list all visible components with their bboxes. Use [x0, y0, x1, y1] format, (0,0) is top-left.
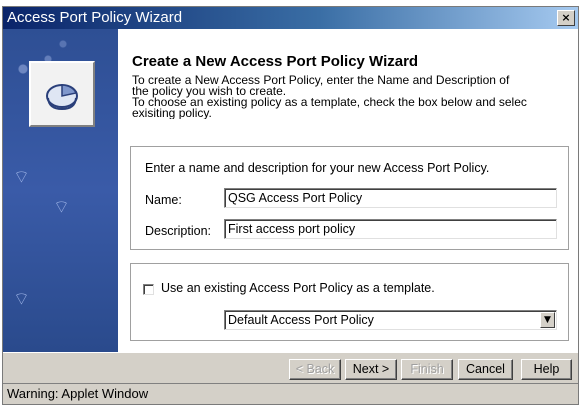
status-bar: Warning: Applet Window — [3, 383, 578, 404]
title-bar[interactable]: Access Port Policy Wizard × — [3, 7, 578, 29]
policy-disk-icon — [29, 61, 95, 127]
side-panel: ⌔ ⌔ ⌔ — [3, 29, 118, 352]
wireless-icon: ⌔ — [53, 197, 70, 218]
chevron-down-icon[interactable]: ▼ — [540, 312, 555, 328]
use-template-label[interactable]: Use an existing Access Port Policy as a … — [161, 281, 435, 295]
cancel-button[interactable]: Cancel — [458, 359, 513, 380]
window-title: Access Port Policy Wizard — [7, 9, 183, 26]
template-group: Use an existing Access Port Policy as a … — [130, 263, 569, 341]
wizard-heading: Create a New Access Port Policy Wizard — [132, 53, 419, 70]
name-label: Name: — [145, 193, 182, 207]
back-button[interactable]: < Back — [289, 359, 341, 380]
description-label: Description: — [145, 224, 211, 238]
intro-text: To create a New Access Port Policy, ente… — [132, 75, 578, 119]
details-instruction: Enter a name and description for your ne… — [145, 161, 490, 175]
wizard-content: Create a New Access Port Policy Wizard T… — [118, 29, 578, 352]
template-select-value: Default Access Port Policy — [228, 313, 374, 327]
details-group: Enter a name and description for your ne… — [130, 146, 569, 250]
close-icon[interactable]: × — [557, 10, 575, 26]
template-select[interactable]: Default Access Port Policy ▼ — [224, 310, 557, 330]
name-field[interactable]: QSG Access Port Policy — [224, 188, 557, 208]
help-button[interactable]: Help — [521, 359, 572, 380]
intro-line: exisiting policy. — [132, 106, 212, 119]
description-field[interactable]: First access port policy — [224, 219, 557, 239]
wizard-window: Access Port Policy Wizard × ⌔ ⌔ ⌔ Create… — [2, 6, 579, 405]
button-bar: < Back Next > Finish Cancel Help — [3, 352, 578, 383]
next-button[interactable]: Next > — [345, 359, 397, 380]
wireless-icon: ⌔ — [13, 167, 30, 188]
wireless-icon: ⌔ — [13, 289, 30, 310]
use-template-checkbox[interactable] — [143, 284, 154, 295]
finish-button[interactable]: Finish — [401, 359, 453, 380]
